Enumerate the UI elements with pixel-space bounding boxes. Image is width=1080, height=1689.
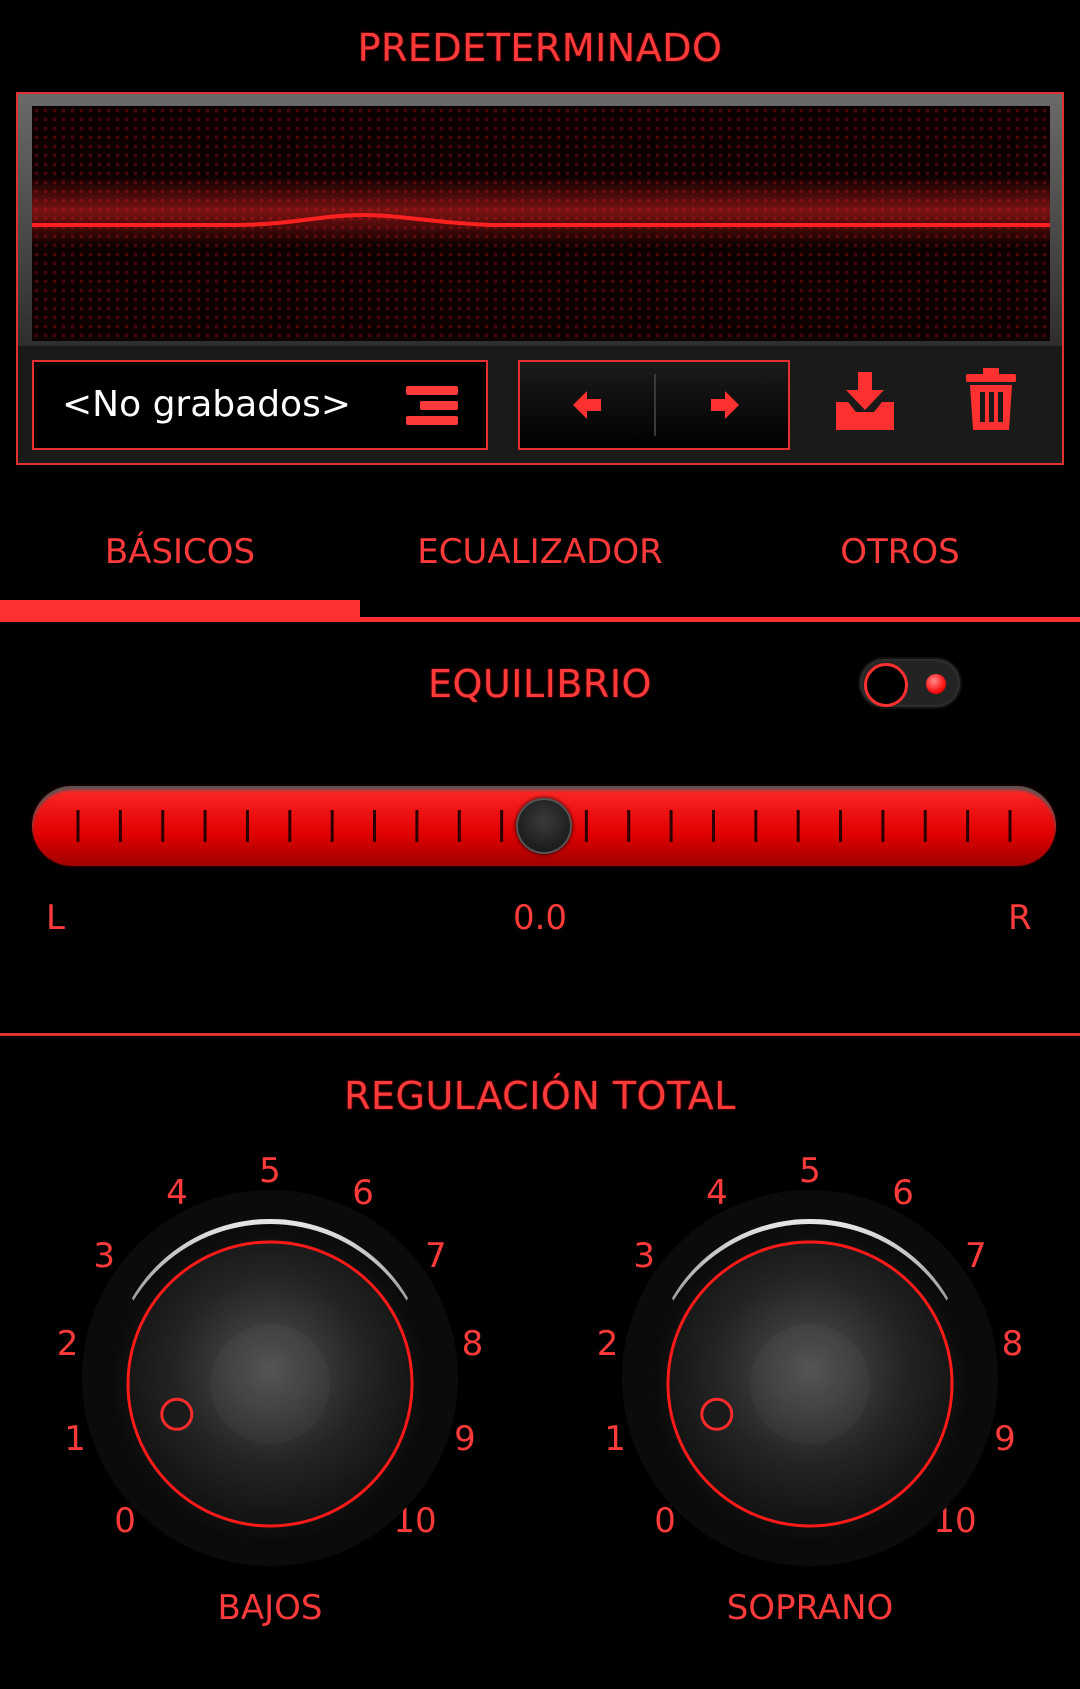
trash-icon[interactable] — [966, 368, 1016, 430]
dial-tick-label: 5 — [799, 1151, 821, 1191]
arrow-right-icon — [710, 391, 739, 419]
treble-knob[interactable] — [620, 1188, 1000, 1568]
arrow-left-icon — [572, 391, 601, 419]
preset-selector[interactable]: <No grabados> — [32, 360, 488, 450]
tab-underline — [0, 617, 1080, 622]
balance-right-label: R — [1008, 898, 1032, 938]
page-title: PREDETERMINADO — [357, 26, 723, 70]
bass-knob[interactable] — [80, 1188, 460, 1568]
global-title: REGULACIÓN TOTAL — [344, 1074, 736, 1118]
section-divider — [0, 1033, 1080, 1036]
slider-thumb[interactable] — [516, 798, 572, 854]
next-preset-button[interactable] — [656, 362, 791, 448]
tab-basicos[interactable]: BÁSICOS — [0, 532, 360, 572]
preset-name: <No grabados> — [62, 384, 351, 425]
knob-indicator — [700, 1397, 734, 1431]
eq-display-panel: <No grabados> — [16, 92, 1064, 465]
toggle-led-icon — [926, 674, 946, 694]
prev-preset-button[interactable] — [520, 362, 655, 448]
download-save-icon[interactable] — [834, 372, 896, 430]
tab-otros[interactable]: OTROS — [720, 532, 1080, 572]
balance-value: 0.0 — [512, 898, 568, 938]
eq-curve — [32, 212, 1050, 227]
balance-toggle[interactable] — [858, 657, 962, 709]
toggle-knob — [864, 663, 908, 707]
dial-tick-label: 5 — [259, 1151, 281, 1191]
list-menu-icon — [406, 386, 458, 426]
eq-curve-screen[interactable] — [32, 106, 1050, 341]
balance-slider[interactable] — [32, 786, 1056, 866]
treble-label: SOPRANO — [726, 1588, 894, 1628]
knob-indicator — [160, 1397, 194, 1431]
bass-label: BAJOS — [217, 1588, 323, 1628]
preset-nav — [518, 360, 790, 450]
tab-ecualizador[interactable]: ECUALIZADOR — [360, 532, 720, 572]
